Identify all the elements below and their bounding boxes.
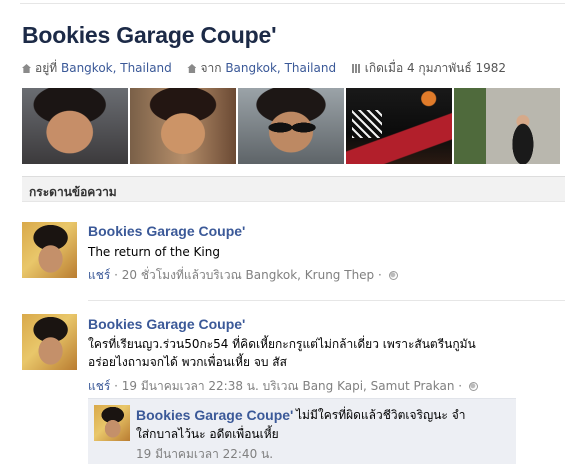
- profile-info: อยู่ที่ Bangkok, Thailand จาก Bangkok, T…: [22, 59, 506, 78]
- post-1-avatar[interactable]: [22, 222, 77, 278]
- post-1-author[interactable]: Bookies Garage Coupe': [88, 223, 245, 239]
- wall-header: กระดานข้อความ: [22, 176, 565, 202]
- post-2-avatar[interactable]: [22, 314, 77, 370]
- profile-photo-3[interactable]: [238, 88, 344, 164]
- post-2-meta: แชร์ · 19 มีนาคมเวลา 22:38 น. บริเวณ Ban…: [88, 377, 478, 396]
- reply-text-line-2: ใส่กบาลไว้นะ อดีตเพื่อนเหี้ย: [136, 427, 279, 441]
- wall-heading: กระดานข้อความ: [29, 185, 117, 199]
- profile-photo-1[interactable]: [22, 88, 128, 164]
- post-1-text: The return of the King: [88, 245, 220, 259]
- post-2-share-link[interactable]: แชร์: [88, 379, 110, 393]
- post-2-author[interactable]: Bookies Garage Coupe': [88, 316, 245, 332]
- post-1-meta-text: · 20 ชั่วโมงที่แล้วบริเวณ Bangkok, Krung…: [110, 268, 386, 282]
- from-label: จาก: [200, 61, 222, 75]
- post-1-meta: แชร์ · 20 ชั่วโมงที่แล้วบริเวณ Bangkok, …: [88, 266, 398, 285]
- lives-place-link[interactable]: Bangkok, Thailand: [61, 61, 172, 75]
- reply-time: 19 มีนาคมเวลา 22:40 น.: [136, 447, 274, 461]
- profile-photo-4[interactable]: [346, 88, 452, 164]
- globe-icon: [388, 271, 398, 280]
- birthday: เกิดเมื่อ 4 กุมภาพันธ์ 1982: [364, 61, 507, 75]
- post-2-meta-text: · 19 มีนาคมเวลา 22:38 น. บริเวณ Bang Kap…: [110, 379, 466, 393]
- post-1-share-link[interactable]: แชร์: [88, 268, 110, 282]
- reply-text-line-1: ไม่มีใครที่ผิดแล้วชีวิตเจริญนะ จำ: [296, 408, 466, 422]
- lives-label: อยู่ที่: [35, 61, 58, 75]
- post-2-text-line-2: อร่อยไงถามจกได้ พวกเพื่อนเหี้ย จบ สัส: [88, 355, 287, 369]
- profile-photo-2[interactable]: [130, 88, 236, 164]
- post-2-text-line-1: ใครที่เรียนญว.ร่วน50กะ54 ที่คิดเหี้ยกะกร…: [88, 337, 476, 351]
- photo-strip: [22, 88, 560, 164]
- reply-avatar[interactable]: [94, 405, 130, 441]
- reply-box: Bookies Garage Coupe' ไม่มีใครที่ผิดแล้ว…: [88, 398, 516, 464]
- globe-icon: [468, 382, 478, 391]
- reply-author[interactable]: Bookies Garage Coupe': [136, 407, 293, 423]
- top-divider: [20, 3, 565, 4]
- hometown-icon: [187, 64, 197, 73]
- profile-photo-5[interactable]: [454, 88, 560, 164]
- from-place-link[interactable]: Bangkok, Thailand: [225, 61, 336, 75]
- calendar-icon: [351, 64, 361, 73]
- home-icon: [22, 64, 31, 73]
- profile-name[interactable]: Bookies Garage Coupe': [22, 22, 277, 49]
- post-divider: [88, 300, 565, 301]
